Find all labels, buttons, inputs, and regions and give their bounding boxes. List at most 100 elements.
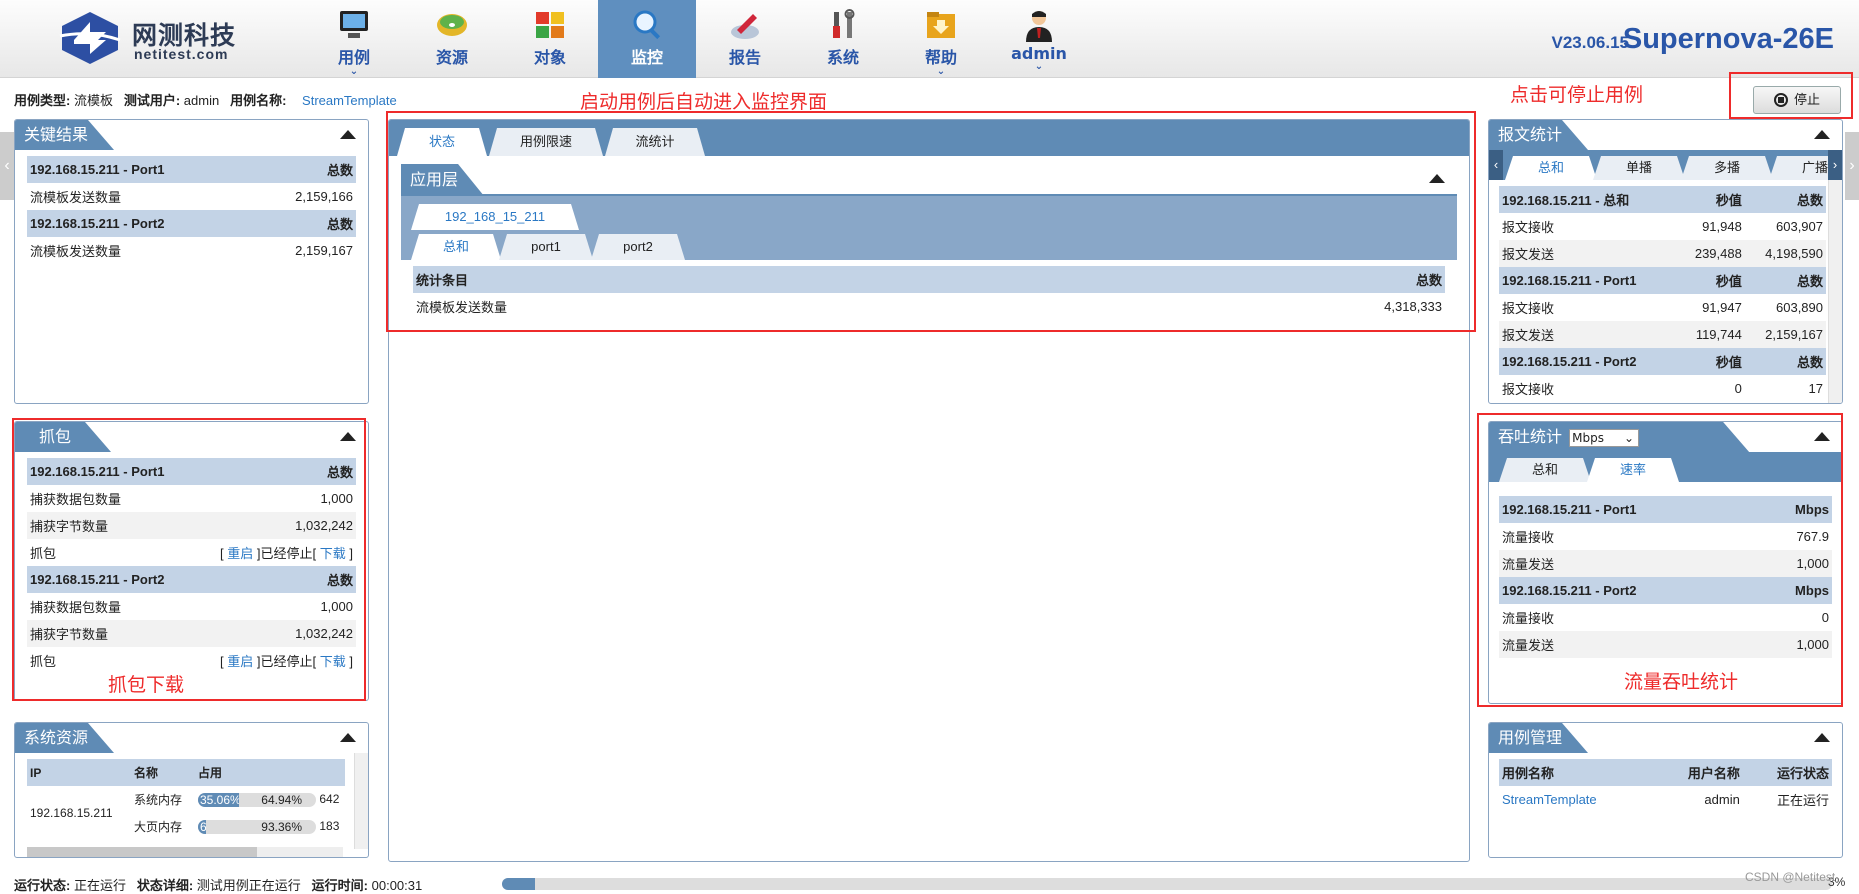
row-label: 报文接收 (1502, 301, 1555, 316)
nav-label: 用例 (337, 48, 370, 67)
annotation-box-throughput (1477, 413, 1843, 707)
row-total: 17 (1808, 381, 1823, 396)
row-persec: 0 (1734, 381, 1742, 396)
run-status-value: 正在运行 (73, 878, 126, 893)
version-label: V23.06.15 (1551, 33, 1629, 52)
chevron-down-icon: ⌄ (349, 66, 359, 77)
row-value: 2,159,166 (295, 189, 353, 204)
row-label: 报文接收 (1502, 382, 1555, 397)
logo-text-en: netitest.com (134, 46, 229, 62)
horizontal-scrollbar[interactable] (27, 847, 343, 857)
annotation-monitor: 启动用例后自动进入监控界面 (580, 91, 828, 113)
magnifier-icon (633, 10, 661, 40)
packet-stats-table: 192.168.15.211 - 总和 秒值 总数 报文接收 91,948 603,90… (1499, 186, 1826, 402)
tab-pkt-sum[interactable]: 总和 (1505, 156, 1597, 180)
case-type-label: 用例类型: (14, 93, 71, 108)
col-total: 总数 (1744, 267, 1826, 294)
status-detail-value: 测试用例正在运行 (196, 878, 301, 893)
tabs-right-arrow[interactable]: › (1828, 150, 1842, 180)
right-scroll-arrow[interactable]: › (1845, 132, 1859, 200)
col-ip: IP (27, 759, 131, 786)
tools-icon (833, 9, 855, 38)
nav-help[interactable]: 帮助 ⌄ (892, 0, 990, 78)
free-text: 64.94% (261, 792, 302, 807)
col-persec: 秒值 (1677, 348, 1745, 375)
row-persec: 239,488 (1677, 240, 1745, 267)
row-label: 流模板发送数量 (30, 190, 122, 205)
mem-name: 大页内存 (134, 820, 183, 834)
collapse-icon[interactable] (340, 733, 356, 742)
mem-extra: 183 (319, 819, 340, 834)
tabs-left-arrow[interactable]: ‹ (1489, 150, 1503, 180)
tab-unicast[interactable]: 单播 (1593, 156, 1685, 180)
row-label: 报文接收 (1502, 220, 1555, 235)
sysres-ip: 192.168.15.211 (30, 806, 113, 820)
disc-icon (437, 14, 467, 36)
hugepage-memory-bar: 6.64% 93.36% (198, 819, 316, 834)
nav-label: 帮助 (924, 48, 957, 67)
status-footer: 运行状态: 正在运行 状态详细: 测试用例正在运行 运行时间: 00:00:31 (14, 875, 422, 894)
row-total: 603,907 (1776, 219, 1823, 234)
col-case-name: 用例名称 (1499, 759, 1654, 786)
netitest-logo[interactable]: 网测科技 netitest.com (58, 10, 258, 66)
case-name-link[interactable]: StreamTemplate (1499, 786, 1654, 813)
case-management-panel: 用例管理 用例名称 用户名称 运行状态 StreamTemplate admin 正在运… (1488, 722, 1843, 858)
case-type-value: 流模板 (73, 93, 113, 108)
nav-label: 监控 (630, 48, 663, 67)
chevron-down-icon: ⌄ (936, 66, 946, 77)
col-total: 总数 (1744, 348, 1826, 375)
used-fill: 6.64% (198, 819, 206, 834)
col-total: 总数 (1744, 186, 1826, 213)
col-name: 名称 (131, 759, 195, 786)
panel-header: 系统资源 (15, 723, 368, 753)
col-header: 总数 (253, 210, 356, 237)
col-status: 运行状态 (1742, 759, 1832, 786)
row-persec: 119,744 (1677, 321, 1745, 348)
panel-header: 关键结果 (15, 120, 368, 150)
vertical-scrollbar[interactable] (1828, 180, 1842, 403)
case-name-label: 用例名称: (230, 93, 287, 108)
nav-object[interactable]: 对象 (501, 0, 599, 78)
row-total: 4,198,590 (1744, 240, 1826, 267)
row-label: 流模板发送数量 (30, 244, 122, 259)
case-name-link[interactable]: StreamTemplate (302, 93, 397, 108)
annotation-capture: 抓包下载 (108, 674, 185, 696)
logo-mark-icon (59, 12, 121, 64)
folder-icon (927, 12, 955, 38)
group-header: 192.168.15.211 - Port2 (1499, 348, 1678, 375)
collapse-icon[interactable] (340, 130, 356, 139)
nav-system[interactable]: 系统 (794, 0, 892, 78)
vertical-scrollbar[interactable] (354, 753, 368, 849)
packet-tabs: ‹ 总和 单播 多播 广播 › (1489, 150, 1842, 180)
row-label: 报文发送 (1499, 240, 1678, 267)
nav-label: 报告 (728, 48, 761, 67)
monitor-icon (340, 11, 368, 38)
tab-multicast[interactable]: 多播 (1681, 156, 1773, 180)
nav-admin[interactable]: admin ⌄ (990, 0, 1088, 78)
report-icon (731, 14, 759, 39)
blocks-icon (536, 12, 564, 38)
group-header: 192.168.15.211 - Port2 (27, 210, 254, 237)
col-persec: 秒值 (1677, 267, 1745, 294)
progress-fill (502, 878, 536, 890)
nav-resource[interactable]: 资源 (403, 0, 501, 78)
system-memory-bar: 35.06% 64.94% (198, 792, 316, 807)
used-fill: 35.06% (198, 792, 240, 807)
collapse-icon[interactable] (1814, 733, 1830, 742)
row-label: 报文发送 (1499, 321, 1678, 348)
test-user-value: admin (183, 93, 220, 108)
row-total: 2,159,167 (1744, 321, 1826, 348)
nav-report[interactable]: 报告 (696, 0, 794, 78)
col-persec: 秒值 (1677, 186, 1745, 213)
nav-usecase[interactable]: 用例 ⌄ (305, 0, 403, 78)
nav-label: 资源 (435, 48, 468, 67)
left-scroll-arrow[interactable]: ‹ (0, 132, 14, 200)
packet-stats-panel: 报文统计 ‹ 总和 单播 多播 广播 › 192.168.15.211 - 总和… (1488, 119, 1843, 404)
col-user: 用户名称 (1653, 759, 1743, 786)
group-header: 192.168.15.211 - Port1 (27, 156, 254, 183)
row-total: 603,890 (1776, 300, 1823, 315)
collapse-icon[interactable] (1814, 130, 1830, 139)
key-results-panel: 关键结果 192.168.15.211 - Port1 总数 流模板发送数量 2,1… (14, 119, 369, 404)
panel-header: 报文统计 (1489, 120, 1842, 150)
nav-monitor[interactable]: 监控 (598, 0, 696, 78)
